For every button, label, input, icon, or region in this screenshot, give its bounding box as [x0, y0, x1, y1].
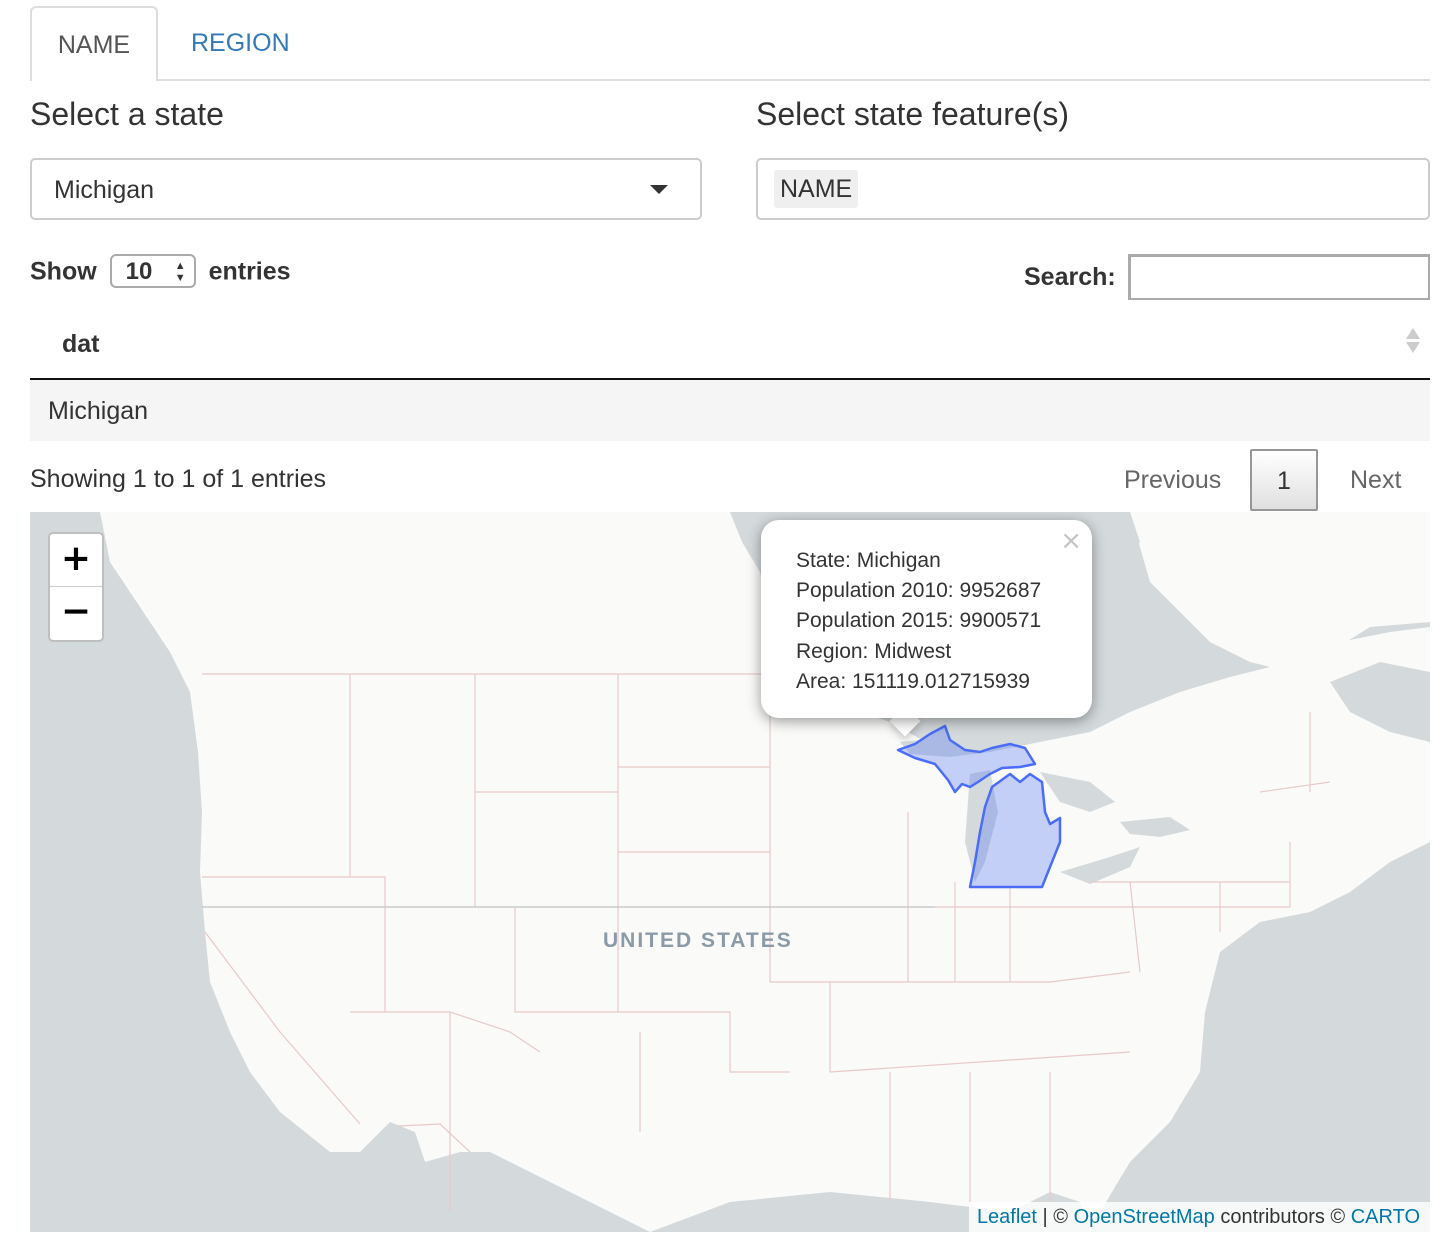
length-control: Show 10 ▲ ▼ entries — [30, 254, 291, 290]
country-label: UNITED STATES — [603, 929, 793, 952]
updown-icon: ▲ ▼ — [174, 260, 186, 284]
popup-line-pop2015: Population 2015: 9900571 — [796, 609, 1042, 633]
feature-chip[interactable]: NAME — [774, 170, 859, 208]
previous-button[interactable]: Previous — [1124, 466, 1221, 495]
sort-icon — [1406, 328, 1420, 358]
popup-line-state: State: Michigan — [796, 549, 941, 572]
popup-line-region: Region: Midwest — [796, 639, 952, 663]
feature-multiselect[interactable]: NAME — [756, 158, 1430, 220]
zoom-out-button[interactable]: − — [50, 587, 102, 639]
map-attribution: Leaflet | © OpenStreetMap contributors ©… — [968, 1202, 1430, 1232]
tab-name[interactable]: NAME — [30, 6, 158, 81]
state-popup: × State: Michigan Population 2010: 99526… — [761, 520, 1092, 718]
entries-label: entries — [208, 257, 291, 286]
popup-line-area: Area: 151119.012715939 — [796, 669, 1030, 693]
table-row[interactable]: Michigan — [30, 380, 1430, 441]
chevron-down-icon — [650, 185, 668, 194]
page-length-value: 10 — [125, 258, 153, 285]
tab-bar: NAME REGION — [30, 6, 1430, 81]
tab-region[interactable]: REGION — [191, 6, 319, 79]
map[interactable]: + − UNITED STATES × State: Michigan Popu… — [30, 512, 1430, 1232]
state-select[interactable]: Michigan — [30, 158, 702, 220]
state-select-label: Select a state — [30, 96, 224, 132]
show-label: Show — [30, 257, 97, 286]
carto-link[interactable]: CARTO — [1351, 1206, 1420, 1228]
attribution-separator: | © — [1037, 1206, 1074, 1228]
map-tiles — [100, 512, 1430, 1232]
state-select-value: Michigan — [54, 176, 155, 204]
page-length-select[interactable]: 10 ▲ ▼ — [109, 254, 196, 288]
leaflet-link[interactable]: Leaflet — [977, 1206, 1037, 1228]
zoom-control: + − — [48, 532, 104, 642]
column-header-dat[interactable]: dat — [62, 330, 100, 359]
page-1-button[interactable]: 1 — [1250, 449, 1318, 511]
next-button[interactable]: Next — [1350, 466, 1401, 495]
popup-content: State: Michigan Population 2010: 9952687… — [796, 546, 1041, 697]
table-header[interactable]: dat — [30, 310, 1430, 380]
search-input[interactable] — [1128, 254, 1430, 300]
search-label: Search: — [1024, 263, 1116, 291]
close-icon[interactable]: × — [1060, 526, 1082, 556]
zoom-in-button[interactable]: + — [50, 534, 102, 587]
table-cell: Michigan — [48, 397, 149, 425]
feature-select-label: Select state feature(s) — [756, 96, 1070, 132]
popup-line-pop2010: Population 2010: 9952687 — [796, 579, 1042, 603]
table-info: Showing 1 to 1 of 1 entries — [30, 465, 327, 493]
osm-link[interactable]: OpenStreetMap — [1074, 1206, 1215, 1228]
attribution-contributors: contributors © — [1214, 1206, 1351, 1228]
